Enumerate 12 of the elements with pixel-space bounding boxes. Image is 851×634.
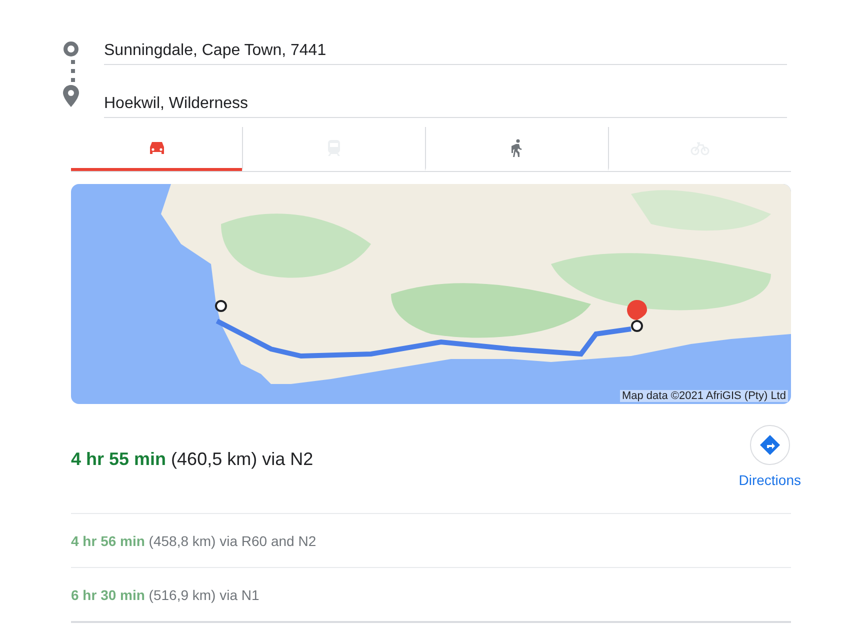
pin-icon [63,85,79,107]
alternative-route[interactable]: 4 hr 56 min (458,8 km) via R60 and N2 [71,514,791,568]
directions-icon [758,434,781,456]
route-summary: 4 hr 55 min (460,5 km) via N2 [71,449,314,470]
dotted-line-icon [71,59,75,83]
location-field[interactable]: Hoekwil, Wilderness [104,91,787,118]
directions-link[interactable]: Directions [738,472,801,488]
location-field[interactable]: Sunningdale, Cape Town, 7441 [104,38,787,65]
directions-button[interactable] [750,425,790,465]
map-attribution: Map data ©2021 AfriGIS (Pty) Ltd [620,390,788,402]
alternative-route[interactable]: 6 hr 30 min (516,9 km) via N1 [71,568,791,623]
origin-icon [63,41,79,57]
